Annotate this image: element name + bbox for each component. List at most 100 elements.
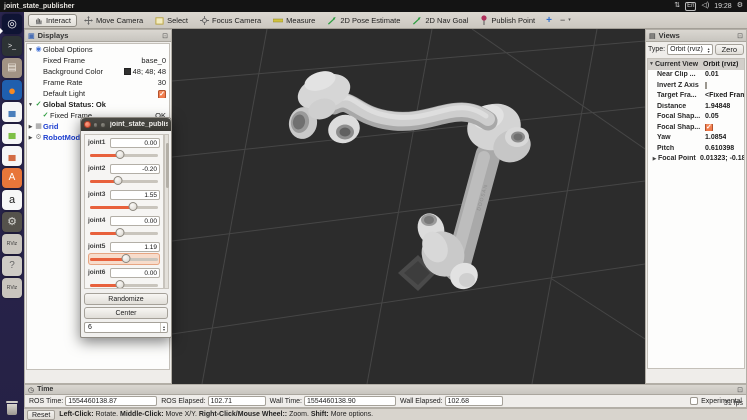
tree-row-near-clip[interactable]: Near Clip ... 0.01 bbox=[648, 70, 744, 81]
spinbox-arrows-icon[interactable]: ▴▾ bbox=[160, 323, 167, 332]
tree-row-current-view[interactable]: ▼ Current View Orbit (rviz) bbox=[648, 59, 744, 70]
volume-icon[interactable]: ◁) bbox=[701, 1, 709, 11]
joint6-value-field[interactable]: 0.00 bbox=[110, 268, 160, 278]
joint3-value-field[interactable]: 1.55 bbox=[110, 190, 160, 200]
slider-handle[interactable] bbox=[114, 176, 123, 185]
joint1-slider[interactable] bbox=[88, 149, 160, 161]
panel-collapse-icon[interactable]: ⊡ bbox=[737, 32, 743, 40]
tree-row-frame-rate[interactable]: Frame Rate 30 bbox=[27, 77, 169, 88]
wall-elapsed-field[interactable]: 102.68 bbox=[445, 396, 503, 406]
trash-lid bbox=[6, 401, 18, 403]
hand-icon bbox=[34, 16, 43, 25]
maximize-button[interactable] bbox=[100, 122, 106, 128]
joint3-slider[interactable] bbox=[88, 201, 160, 213]
status-ok-icon: ✓ bbox=[34, 100, 43, 109]
slider-list-scrollbar[interactable] bbox=[164, 134, 169, 289]
tree-row-target-frame[interactable]: Target Fra... <Fixed Frame> bbox=[648, 91, 744, 102]
tree-row-yaw[interactable]: Yaw 1.0854 bbox=[648, 133, 744, 144]
add-tool-button[interactable]: + bbox=[542, 14, 556, 27]
tree-row-focal-shape-fixed[interactable]: Focal Shap... ✓ bbox=[648, 122, 744, 133]
joint4-value-field[interactable]: 0.00 bbox=[110, 216, 160, 226]
slider-handle[interactable] bbox=[116, 150, 125, 159]
remove-tool-button[interactable]: −▾ bbox=[558, 14, 573, 27]
panel-collapse-icon[interactable]: ⊡ bbox=[737, 386, 743, 394]
tree-row-distance[interactable]: Distance 1.94848 bbox=[648, 101, 744, 112]
joint-state-publisher-window: joint_state_publish joint10.00 joint2-0.… bbox=[80, 117, 172, 338]
rate-spinbox[interactable]: 6 ▴▾ bbox=[84, 322, 168, 333]
close-button[interactable] bbox=[84, 121, 91, 128]
slider-handle[interactable] bbox=[116, 280, 125, 289]
checkbox-unchecked[interactable] bbox=[705, 82, 707, 89]
launcher-item-impress[interactable]: ▄ bbox=[2, 146, 22, 166]
slider-handle[interactable] bbox=[116, 228, 125, 237]
select-tool-button[interactable]: Select bbox=[150, 14, 193, 27]
launcher-item-rviz-doc1[interactable]: RViz bbox=[2, 234, 22, 254]
text-switcher-icon[interactable]: ⇅ bbox=[674, 1, 680, 11]
launcher-item-settings[interactable]: ⚙ bbox=[2, 212, 22, 232]
panel-collapse-icon[interactable]: ⊡ bbox=[162, 32, 168, 40]
launcher-item-software[interactable]: A bbox=[2, 168, 22, 188]
launcher-item-rviz-doc2[interactable]: RViz bbox=[2, 278, 22, 298]
tree-row-global-options[interactable]: ▼ ◉ Global Options bbox=[27, 44, 169, 55]
tree-row-default-light[interactable]: Default Light ✓ bbox=[27, 88, 169, 99]
measure-tool-button[interactable]: Measure bbox=[268, 14, 320, 27]
zero-button[interactable]: Zero bbox=[715, 44, 744, 55]
reset-button[interactable]: Reset bbox=[27, 410, 55, 420]
view-type-dropdown[interactable]: Orbit (rviz) ▴▾ bbox=[667, 44, 712, 55]
launcher-item-amazon[interactable]: a bbox=[2, 190, 22, 210]
launcher-item-files[interactable]: ▤ bbox=[2, 58, 22, 78]
checkbox-checked[interactable]: ✓ bbox=[158, 90, 166, 98]
3d-viewport[interactable]: DOOSAN bbox=[172, 29, 645, 384]
launcher-item-terminal[interactable]: >_ bbox=[2, 36, 22, 56]
screen: joint_state_publisher ⇅ En ◁) 19:28 ⚙ ◎ … bbox=[0, 0, 747, 420]
trash-icon[interactable] bbox=[3, 401, 21, 417]
joint2-value-field[interactable]: -0.20 bbox=[110, 164, 160, 174]
views-panel-header[interactable]: ▤ Views ⊡ bbox=[646, 30, 746, 42]
slider-handle[interactable] bbox=[129, 202, 138, 211]
joint2-slider[interactable] bbox=[88, 175, 160, 187]
checkbox-checked[interactable]: ✓ bbox=[705, 124, 713, 131]
joint5-value-field[interactable]: 1.19 bbox=[110, 242, 160, 252]
pose-estimate-tool-button[interactable]: 2D Pose Estimate bbox=[322, 14, 405, 27]
session-gear-icon[interactable]: ⚙ bbox=[737, 1, 743, 11]
slider-handle[interactable] bbox=[122, 254, 131, 263]
time-panel: ◷ Time ⊡ ROS Time:1554460138.87 ROS Elap… bbox=[24, 384, 747, 408]
launcher-item-rviz[interactable]: ◎ bbox=[2, 14, 22, 34]
mouse-help-text: Left-Click: Rotate. Middle-Click: Move X… bbox=[59, 411, 373, 418]
ros-time-field[interactable]: 1554460138.87 bbox=[65, 396, 157, 406]
time-panel-header[interactable]: ◷ Time ⊡ bbox=[25, 385, 746, 395]
tree-row-pitch[interactable]: Pitch 0.610398 bbox=[648, 143, 744, 154]
displays-panel-header[interactable]: ▣ Displays ⊡ bbox=[25, 30, 171, 42]
launcher-item-writer[interactable]: ▄ bbox=[2, 102, 22, 122]
launcher-item-unknown[interactable]: ? bbox=[2, 256, 22, 276]
launcher-item-calc[interactable]: ▄ bbox=[2, 124, 22, 144]
ros-elapsed-field[interactable]: 102.71 bbox=[208, 396, 266, 406]
joint1-value-field[interactable]: 0.00 bbox=[110, 138, 160, 148]
tree-row-fixed-frame[interactable]: Fixed Frame base_0 bbox=[27, 55, 169, 66]
tree-row-focal-point[interactable]: ▶ Focal Point 0.01323; -0.1880... bbox=[648, 154, 744, 165]
launcher-item-firefox[interactable]: ● bbox=[2, 80, 22, 100]
joint6-slider[interactable] bbox=[88, 279, 160, 289]
wall-time-field[interactable]: 1554460138.90 bbox=[304, 396, 396, 406]
tree-row-background-color[interactable]: Background Color 48; 48; 48 bbox=[27, 66, 169, 77]
tree-row-invert-z[interactable]: Invert Z Axis bbox=[648, 80, 744, 91]
clock[interactable]: 19:28 bbox=[714, 3, 732, 10]
keyboard-layout-indicator[interactable]: En bbox=[685, 2, 696, 11]
move-camera-tool-button[interactable]: Move Camera bbox=[79, 14, 148, 27]
joint4-slider[interactable] bbox=[88, 227, 160, 239]
focus-camera-tool-button[interactable]: Focus Camera bbox=[195, 14, 266, 27]
scrollbar-handle[interactable] bbox=[166, 143, 169, 188]
window-titlebar[interactable]: joint_state_publish bbox=[81, 118, 171, 131]
tree-row-global-status[interactable]: ▼ ✓ Global Status: Ok bbox=[27, 99, 169, 110]
center-button[interactable]: Center bbox=[84, 307, 168, 319]
ruler-icon bbox=[273, 16, 283, 24]
interact-tool-button[interactable]: Interact bbox=[28, 14, 77, 27]
publish-point-tool-button[interactable]: Publish Point bbox=[475, 14, 540, 27]
joint5-slider[interactable] bbox=[88, 253, 160, 265]
experimental-checkbox[interactable] bbox=[690, 397, 698, 405]
randomize-button[interactable]: Randomize bbox=[84, 293, 168, 305]
grid-lines bbox=[172, 29, 645, 384]
minimize-button[interactable] bbox=[93, 122, 99, 128]
tree-row-focal-shape-size[interactable]: Focal Shap... 0.05 bbox=[648, 112, 744, 123]
nav-goal-tool-button[interactable]: 2D Nav Goal bbox=[407, 14, 473, 27]
